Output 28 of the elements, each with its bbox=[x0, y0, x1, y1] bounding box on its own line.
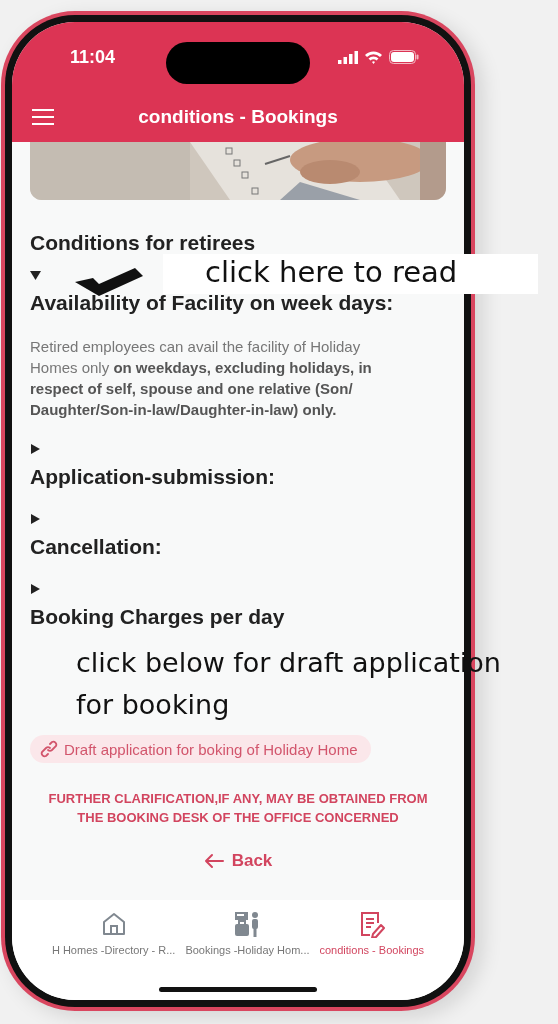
tab[interactable]: H Homes -Directory - R... bbox=[51, 910, 176, 1000]
signal-icon bbox=[338, 50, 358, 64]
accordion-title[interactable]: Cancellation: bbox=[30, 534, 446, 560]
tab[interactable]: conditions - Bookings bbox=[319, 910, 425, 1000]
link-icon bbox=[40, 740, 58, 758]
app-bar-title: conditions - Bookings bbox=[138, 106, 338, 128]
accordion-title[interactable]: Application-submission: bbox=[30, 464, 446, 490]
notice-text: FURTHER CLARIFICATION,IF ANY, MAY BE OBTAINED FROM THE BOOKING DESK OF THE OFFICE CONCERNED bbox=[47, 790, 429, 827]
collapse-icon[interactable] bbox=[30, 270, 41, 280]
status-time: 11:04 bbox=[70, 46, 116, 68]
document-edit-icon bbox=[358, 910, 385, 938]
annotation-text: click here to read bbox=[163, 254, 538, 294]
tab[interactable]: Bookings -Holiday Hom... bbox=[185, 910, 310, 1000]
section-heading: Conditions for retirees bbox=[30, 230, 257, 256]
menu-icon[interactable] bbox=[32, 108, 54, 126]
draft-application-link[interactable]: Draft application for boking of Holiday Home bbox=[30, 735, 372, 763]
wifi-icon bbox=[364, 50, 383, 64]
arrow-left-icon bbox=[203, 853, 224, 869]
accordion-title[interactable]: Booking Charges per day bbox=[30, 604, 446, 630]
battery-icon bbox=[389, 50, 419, 64]
person-luggage-icon bbox=[234, 910, 261, 938]
back-button[interactable]: Back bbox=[195, 847, 281, 875]
paragraph: Retired employees can avail the facility of Holiday Homes only on weekdays, excluding holidays, in respect of self, spouse and one relative (Son/ Daughter/Son-in-law/Daughter-in-law) only. bbox=[30, 337, 373, 420]
expand-icon[interactable] bbox=[30, 584, 41, 594]
check-mark-icon bbox=[75, 268, 143, 296]
expand-icon[interactable] bbox=[30, 444, 41, 454]
expand-icon[interactable] bbox=[30, 514, 41, 524]
home-icon bbox=[100, 910, 127, 938]
